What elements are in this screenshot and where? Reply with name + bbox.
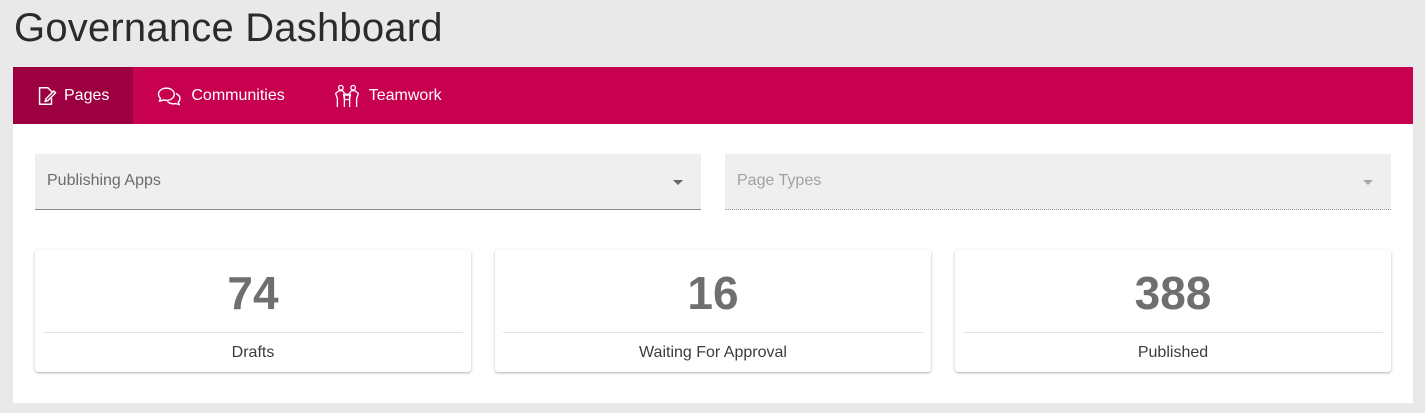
edit-page-icon (38, 86, 57, 105)
tab-communities-label: Communities (191, 86, 285, 104)
tab-communities[interactable]: Communities (133, 67, 308, 124)
stat-card-drafts[interactable]: 74 Drafts (35, 250, 471, 372)
people-icon (334, 84, 359, 107)
divider (963, 332, 1383, 333)
chat-bubbles-icon (158, 86, 182, 105)
stat-label: Waiting For Approval (639, 344, 787, 361)
tab-teamwork-label: Teamwork (368, 86, 442, 104)
stat-label: Published (1137, 344, 1209, 361)
divider (43, 332, 463, 333)
dropdown-arrow-icon (1363, 180, 1373, 185)
publishing-apps-placeholder: Publishing Apps (47, 172, 161, 189)
stat-value: 74 (227, 267, 279, 319)
divider (503, 332, 923, 333)
dropdown-arrow-icon (673, 180, 683, 185)
stat-card-waiting-for-approval[interactable]: 16 Waiting For Approval (495, 250, 931, 372)
stat-label: Drafts (231, 344, 275, 361)
page-types-select[interactable]: Page Types (725, 154, 1391, 210)
page-title: Governance Dashboard (14, 6, 443, 50)
tab-pages[interactable]: Pages (13, 67, 134, 124)
publishing-apps-select[interactable]: Publishing Apps (35, 154, 701, 210)
stat-card-published[interactable]: 388 Published (955, 250, 1391, 372)
stat-value: 388 (1134, 267, 1212, 319)
tab-pages-label: Pages (64, 86, 110, 104)
page-types-placeholder: Page Types (737, 172, 822, 189)
stat-value: 16 (687, 267, 739, 319)
tab-teamwork[interactable]: Teamwork (309, 67, 466, 124)
dashboard-panel: Pages Communities Teamwork Publishing Ap… (13, 67, 1413, 403)
tab-bar: Pages Communities Teamwork (13, 67, 1413, 124)
